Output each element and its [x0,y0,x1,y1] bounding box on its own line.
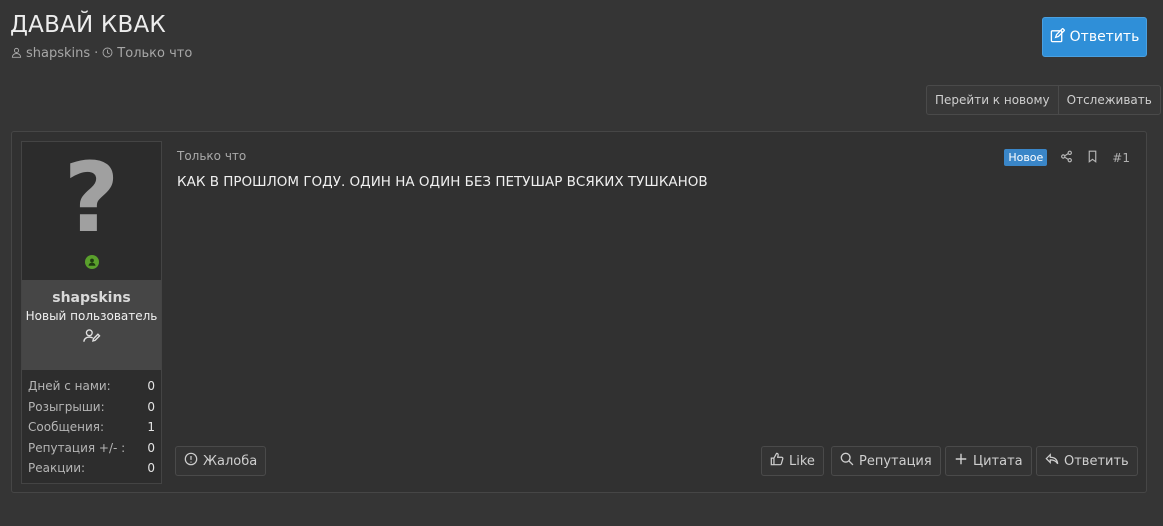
reply-icon [1045,452,1059,470]
plus-icon [954,452,968,470]
meta-separator: · [94,46,99,61]
thread-action-group: Перейти к новому Отслеживать [926,85,1161,115]
reply-button[interactable]: Ответить [1036,446,1138,476]
quote-button[interactable]: Цитата [945,446,1032,476]
watch-button[interactable]: Отслеживать [1057,86,1160,114]
share-icon[interactable] [1060,148,1073,167]
username-link[interactable]: shapskins [22,290,161,306]
user-edit-icon [22,328,161,347]
post-date[interactable]: Только что [177,149,246,163]
thumbs-up-icon [770,452,784,470]
user-info: shapskins Новый пользователь [22,280,161,370]
thread-meta: shapskins · Только что [11,46,192,61]
reply-button-top[interactable]: Ответить [1042,17,1147,57]
clock-icon [102,46,113,61]
online-status-icon [85,255,99,269]
post: ? shapskins Новый пользователь Дней с на… [11,131,1147,493]
stat-row: Дней с нами: 0 [28,379,155,394]
thread-author-link[interactable]: shapskins [26,46,90,61]
stat-row: Розыгрыши: 0 [28,399,155,414]
goto-new-button[interactable]: Перейти к новому [927,86,1058,114]
search-icon [840,452,854,470]
like-button[interactable]: Like [761,446,824,476]
post-body: КАК В ПРОШЛОМ ГОДУ. ОДИН НА ОДИН БЕЗ ПЕТ… [177,174,708,190]
post-actions: Новое #1 [1004,148,1130,167]
stat-row: Репутация +/- :0 [28,440,155,455]
avatar[interactable]: ? [22,142,161,280]
user-cell: ? shapskins Новый пользователь Дней с на… [21,141,162,484]
user-icon [11,46,22,61]
new-badge: Новое [1004,149,1048,166]
user-stats: Дней с нами: 0 Розыгрыши: 0 Сообщения: 1 Ре… [22,370,161,479]
reputation-button[interactable]: Репутация [831,446,941,476]
post-number[interactable]: #1 [1112,151,1130,165]
alert-icon [184,452,198,470]
edit-icon [1050,27,1066,47]
thread-time[interactable]: Только что [117,46,192,61]
stat-row: Сообщения: 1 [28,420,155,435]
report-button[interactable]: Жалоба [175,446,267,476]
user-title: Новый пользователь [25,309,158,323]
bookmark-icon[interactable] [1086,148,1099,167]
reply-button-label: Ответить [1069,29,1140,45]
stat-row: Реакции: 0 [28,461,155,476]
thread-title: ДАВАЙ КВАК [10,12,166,38]
